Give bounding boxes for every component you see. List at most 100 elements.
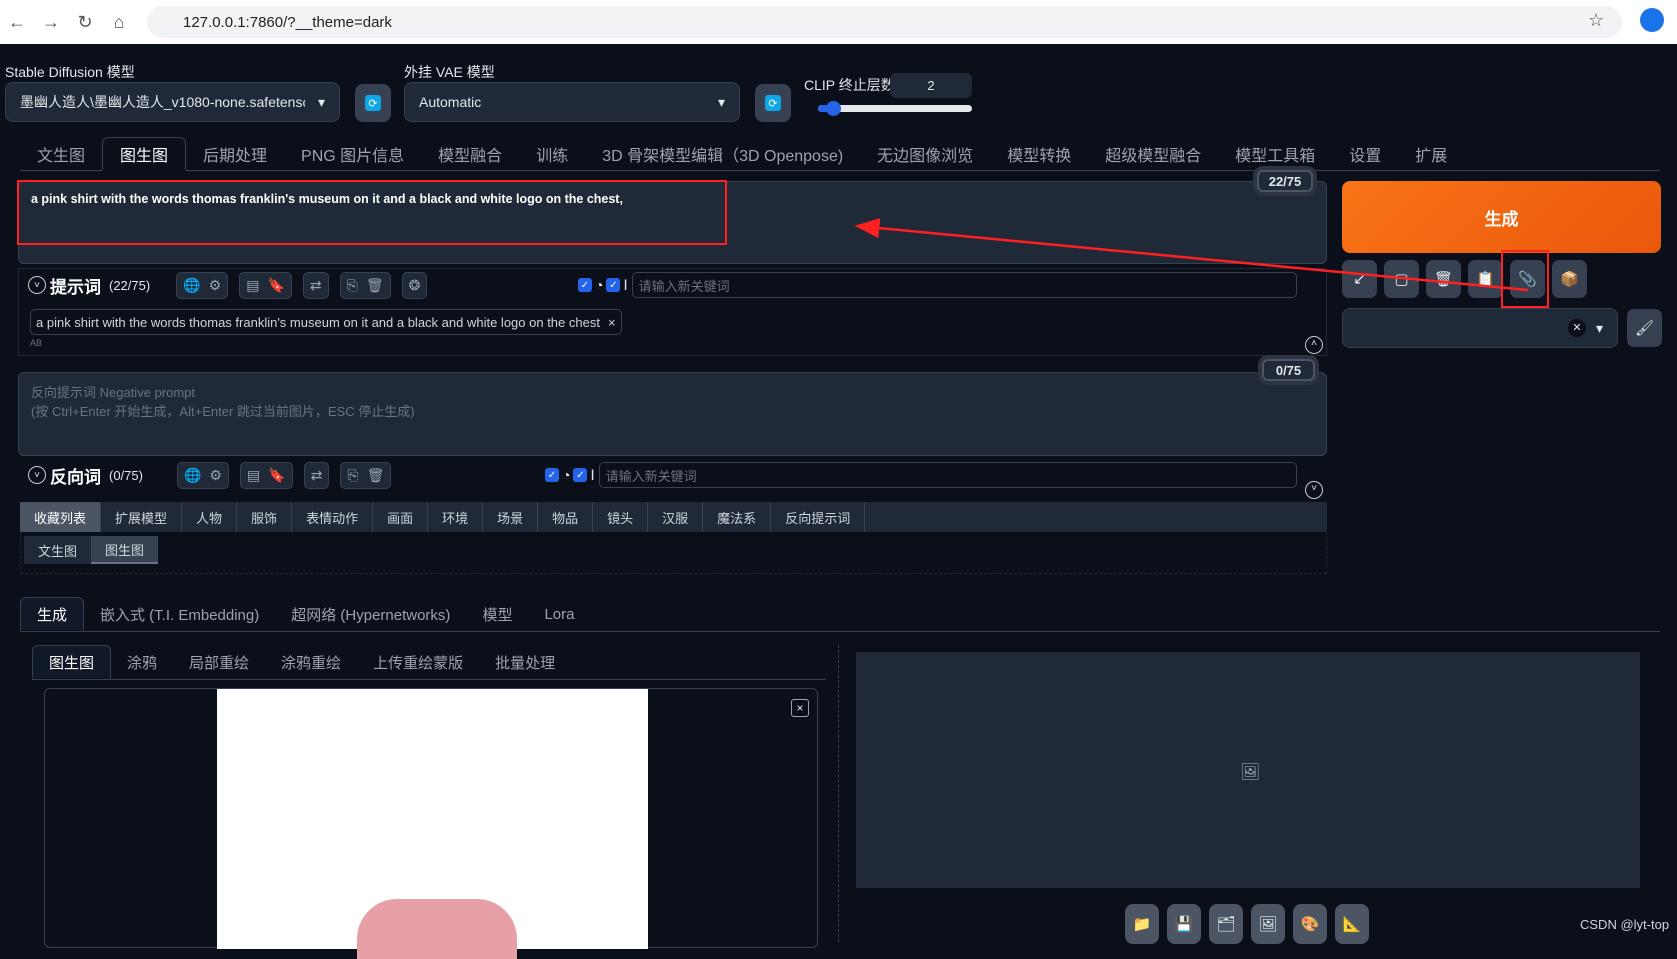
trash-icon[interactable]: 🗑 bbox=[367, 467, 385, 484]
styles-button[interactable]: 📋 bbox=[1468, 260, 1503, 298]
category-item[interactable]: 场景 bbox=[483, 502, 539, 532]
copy-icon[interactable]: ⎘ bbox=[347, 467, 358, 484]
prompt-tag[interactable]: a pink shirt with the words thomas frank… bbox=[30, 309, 622, 335]
category-item[interactable]: 表情动作 bbox=[292, 502, 374, 532]
tab-extras[interactable]: 后期处理 bbox=[186, 137, 284, 171]
open-folder-button[interactable]: 📁 bbox=[1125, 904, 1159, 944]
checkbox-2[interactable]: ✓ bbox=[573, 468, 588, 482]
panel-tab-embedding[interactable]: 嵌入式 (T.I. Embedding) bbox=[84, 597, 275, 631]
category-item[interactable]: 人物 bbox=[182, 502, 238, 532]
save-button[interactable]: 💾 bbox=[1167, 904, 1201, 944]
checkbox-1[interactable]: ✓ bbox=[578, 278, 592, 292]
category-item[interactable]: 扩展模型 bbox=[101, 502, 183, 532]
openai-icon[interactable]: ❂ bbox=[409, 277, 421, 294]
category-item[interactable]: 镜头 bbox=[593, 502, 649, 532]
clip-slider[interactable] bbox=[818, 101, 972, 116]
vae-dropdown[interactable]: Automatic ▾ bbox=[404, 82, 740, 122]
checkbox-2[interactable]: ✓ bbox=[606, 278, 621, 292]
category-favorites[interactable]: 收藏列表 bbox=[20, 502, 102, 532]
inner-tab-batch[interactable]: 批量处理 bbox=[479, 645, 571, 679]
category-item[interactable]: 汉服 bbox=[648, 502, 704, 532]
panel-tab-lora[interactable]: Lora bbox=[528, 597, 590, 631]
tab-txt2img[interactable]: 文生图 bbox=[20, 137, 102, 171]
chevron-down-icon[interactable]: ˅ bbox=[1305, 481, 1323, 499]
interrogate-deepbooru-button[interactable]: 📦 bbox=[1552, 260, 1587, 298]
close-icon[interactable]: × bbox=[608, 315, 616, 330]
history-icon[interactable]: ▤ bbox=[246, 277, 259, 294]
timer-icon[interactable]: ◔ bbox=[562, 467, 570, 483]
read-params-button[interactable]: ↙ bbox=[1342, 260, 1377, 298]
tab-img2img[interactable]: 图生图 bbox=[102, 137, 187, 171]
clip-input[interactable]: 2 bbox=[890, 73, 972, 98]
category-item[interactable]: 服饰 bbox=[237, 502, 293, 532]
tab-image-browser[interactable]: 无边图像浏览 bbox=[860, 137, 990, 171]
checkbox-1[interactable]: ✓ bbox=[545, 468, 559, 482]
inner-tab-inpaint-upload[interactable]: 上传重绘蒙版 bbox=[357, 645, 479, 679]
tab-extensions[interactable]: 扩展 bbox=[1398, 137, 1464, 171]
subcategory-img2img[interactable]: 图生图 bbox=[91, 536, 159, 564]
translate-icon[interactable]: 🌐 bbox=[184, 467, 201, 484]
styles-dropdown[interactable]: ✕ ▾ bbox=[1342, 308, 1618, 348]
ab-swap-icon[interactable]: ⇄ bbox=[310, 277, 322, 294]
panel-tab-hypernetworks[interactable]: 超网络 (Hypernetworks) bbox=[275, 597, 466, 631]
address-bar[interactable]: 127.0.0.1:7860/?__theme=dark bbox=[147, 6, 1622, 38]
timer-icon[interactable]: ◔ bbox=[595, 277, 603, 293]
profile-icon[interactable] bbox=[1640, 8, 1664, 32]
bookmark-icon[interactable]: 🔖 bbox=[268, 467, 285, 484]
zip-button[interactable]: 🗂 bbox=[1209, 904, 1243, 944]
sd-refresh-button[interactable]: ⟳ bbox=[355, 84, 391, 122]
inner-tab-img2img[interactable]: 图生图 bbox=[32, 645, 112, 679]
paste-button[interactable]: ▢ bbox=[1384, 260, 1419, 298]
negative-prompt-textarea[interactable]: 反向提示词 Negative prompt (按 Ctrl+Enter 开始生成… bbox=[18, 372, 1327, 456]
cursor-icon[interactable]: Ⅰ bbox=[590, 467, 594, 484]
tab-model-convert[interactable]: 模型转换 bbox=[990, 137, 1088, 171]
clear-button[interactable]: 🗑 bbox=[1426, 260, 1461, 298]
subcategory-txt2img[interactable]: 文生图 bbox=[24, 536, 91, 564]
panel-tab-models[interactable]: 模型 bbox=[466, 597, 528, 631]
trash-icon[interactable]: 🗑 bbox=[366, 277, 384, 294]
back-icon[interactable]: ← bbox=[0, 12, 34, 33]
cursor-icon[interactable]: Ⅰ bbox=[623, 277, 627, 294]
clip-slider-thumb[interactable] bbox=[826, 101, 842, 116]
settings-icon[interactable]: ⚙ bbox=[209, 467, 222, 484]
history-icon[interactable]: ▤ bbox=[247, 467, 260, 484]
category-item[interactable]: 画面 bbox=[373, 502, 429, 532]
image-upload-area[interactable]: × bbox=[44, 688, 818, 959]
ab-icon[interactable]: AB bbox=[30, 338, 42, 348]
apply-style-button[interactable]: 🖌 bbox=[1627, 309, 1662, 347]
category-item[interactable]: 反向提示词 bbox=[771, 502, 866, 532]
tab-super-merge[interactable]: 超级模型融合 bbox=[1088, 137, 1218, 171]
generate-button[interactable]: 生成 bbox=[1342, 181, 1661, 253]
inner-tab-sketch[interactable]: 涂鸦 bbox=[111, 645, 173, 679]
chevron-up-icon[interactable]: ˄ bbox=[1305, 336, 1323, 354]
sd-model-dropdown[interactable]: 墨幽人造人\墨幽人造人_v1080-none.safetensc ▾ bbox=[5, 82, 340, 122]
settings-icon[interactable]: ⚙ bbox=[209, 277, 222, 294]
send-to-extras-button[interactable]: 📐 bbox=[1335, 904, 1369, 944]
panel-tab-generate[interactable]: 生成 bbox=[20, 597, 85, 631]
bookmark-star-icon[interactable]: ☆ bbox=[1588, 10, 1604, 31]
vae-refresh-button[interactable]: ⟳ bbox=[755, 84, 791, 122]
clear-icon[interactable]: ✕ bbox=[1567, 319, 1586, 337]
tab-checkpoint-merge[interactable]: 模型融合 bbox=[421, 137, 519, 171]
category-item[interactable]: 魔法系 bbox=[703, 502, 772, 532]
tab-png-info[interactable]: PNG 图片信息 bbox=[284, 137, 421, 171]
prompt-keyword-input[interactable]: 请输入新关键词 bbox=[631, 272, 1297, 298]
tab-settings[interactable]: 设置 bbox=[1332, 137, 1398, 171]
forward-icon[interactable]: → bbox=[34, 12, 68, 33]
tab-openpose[interactable]: 3D 骨架模型编辑（3D Openpose) bbox=[585, 137, 860, 171]
bookmark-icon[interactable]: 🔖 bbox=[267, 277, 284, 294]
ab-swap-icon[interactable]: ⇄ bbox=[311, 467, 323, 484]
home-icon[interactable]: ⌂ bbox=[102, 12, 136, 33]
reload-icon[interactable]: ↻ bbox=[68, 12, 102, 33]
negative-keyword-input[interactable]: 请输入新关键词 bbox=[598, 462, 1297, 488]
tab-model-toolkit[interactable]: 模型工具箱 bbox=[1218, 137, 1332, 171]
tab-train[interactable]: 训练 bbox=[519, 137, 585, 171]
category-item[interactable]: 环境 bbox=[428, 502, 484, 532]
copy-icon[interactable]: ⎘ bbox=[347, 277, 358, 294]
collapse-icon[interactable]: ˅ bbox=[28, 466, 46, 484]
translate-icon[interactable]: 🌐 bbox=[183, 277, 200, 294]
send-to-img2img-button[interactable]: 🖼 bbox=[1251, 904, 1285, 944]
close-icon[interactable]: × bbox=[791, 699, 809, 717]
inner-tab-inpaint[interactable]: 局部重绘 bbox=[173, 645, 265, 679]
send-to-inpaint-button[interactable]: 🎨 bbox=[1293, 904, 1327, 944]
